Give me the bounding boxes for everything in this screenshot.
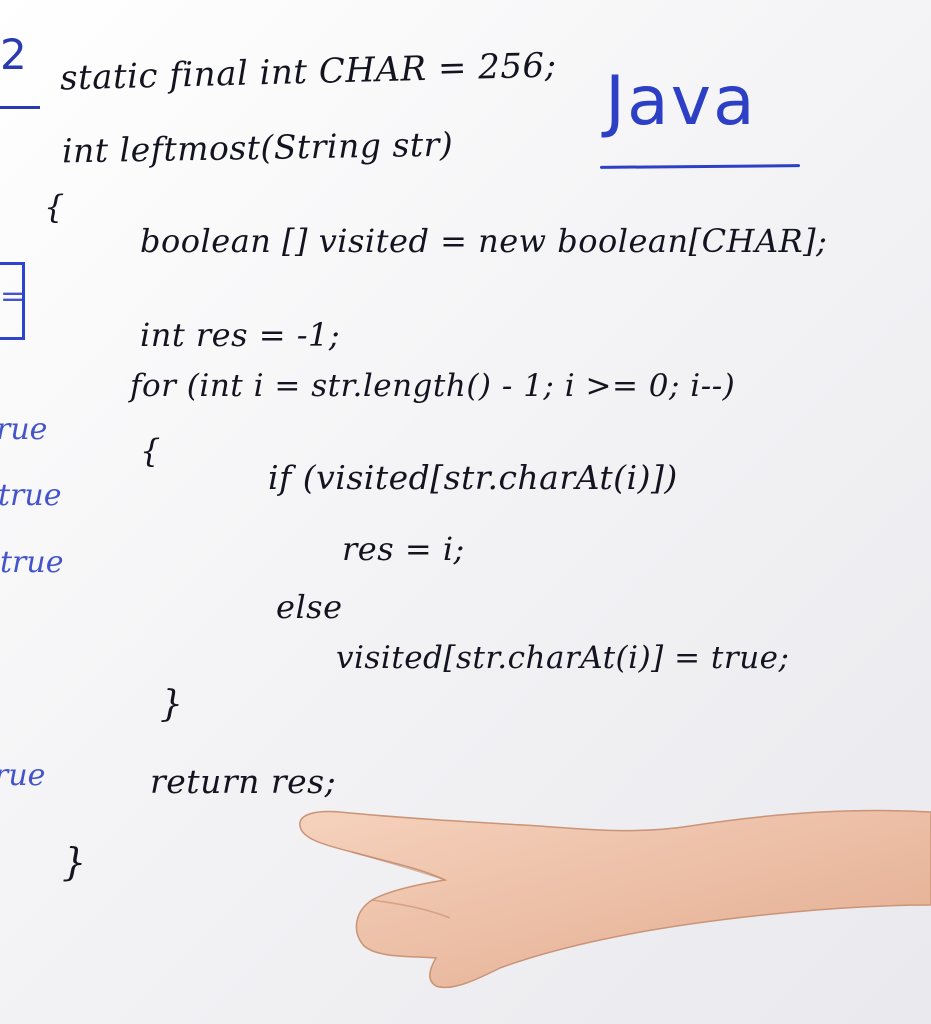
hand-shape [299,809,931,989]
whiteboard: 2 = rue true true rue Java static final … [0,0,931,1024]
pointing-hand [299,809,931,989]
